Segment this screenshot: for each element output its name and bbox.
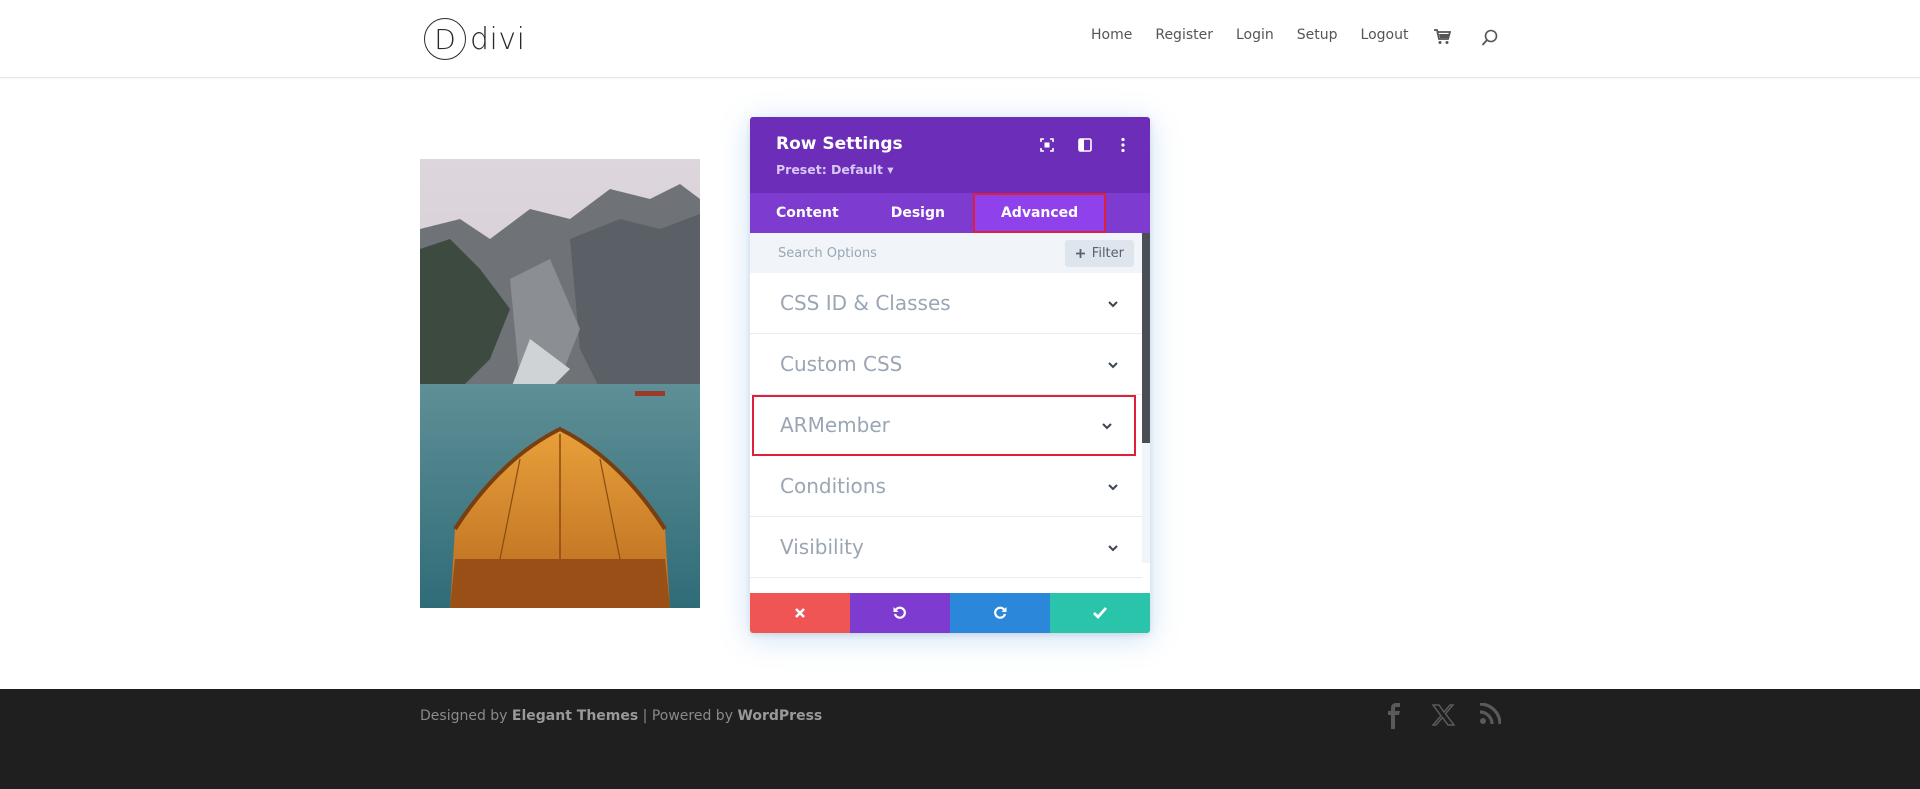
social-links [1383,702,1502,729]
section-label: Custom CSS [780,352,903,376]
filter-label: Filter [1091,246,1124,261]
tab-advanced[interactable]: Advanced [972,193,1107,233]
section-custom-css[interactable]: Custom CSS [750,334,1142,395]
plus-icon [1075,249,1085,258]
x-twitter-icon[interactable] [1431,703,1456,729]
logo-mark: D [424,18,466,60]
section-conditions[interactable]: Conditions [750,456,1142,517]
powered-by-text: | Powered by [638,708,738,724]
modal-tabs: Content Design Advanced [750,193,1150,233]
section-visibility[interactable]: Visibility [750,517,1142,578]
site-footer: Designed by Elegant Themes | Powered by … [0,689,1920,789]
wordpress-link[interactable]: WordPress [737,708,822,724]
nav-setup[interactable]: Setup [1297,27,1338,43]
rss-icon[interactable] [1479,702,1502,729]
logo-text: divi [470,21,526,57]
undo-icon [893,606,906,619]
footer-credits: Designed by Elegant Themes | Powered by … [420,708,822,724]
redo-button[interactable] [950,593,1050,633]
close-icon [795,608,805,618]
options-search-bar: Filter [750,233,1142,273]
boat-lake-image [420,159,700,608]
search-icon[interactable] [1481,29,1499,47]
section-label: Conditions [780,474,886,498]
preset-dropdown[interactable]: Preset: Default ▾ [776,162,894,177]
modal-action-bar [750,593,1150,633]
section-css-id-classes[interactable]: CSS ID & Classes [750,273,1142,334]
more-options-icon[interactable] [1114,136,1132,154]
scrollbar-thumb[interactable] [1142,233,1150,443]
undo-button[interactable] [850,593,950,633]
discard-button[interactable] [750,593,850,633]
tab-design[interactable]: Design [865,193,971,233]
split-view-icon[interactable] [1076,136,1094,154]
row-settings-modal: Row Settings Preset: Default ▾ Content D… [750,117,1150,633]
section-label: Visibility [780,535,864,559]
chevron-down-icon [1106,480,1120,494]
modal-title: Row Settings [776,134,903,154]
nav-register[interactable]: Register [1155,27,1213,43]
site-header: D divi Home Register Login Setup Logout [0,0,1920,78]
tab-content[interactable]: Content [750,193,865,233]
chevron-down-icon [1106,358,1120,372]
main-nav: Home Register Login Setup Logout [1091,27,1431,43]
elegant-themes-link[interactable]: Elegant Themes [512,708,638,724]
section-armember[interactable]: ARMember [752,395,1136,456]
modal-header-actions [1038,136,1132,154]
section-label: CSS ID & Classes [780,291,951,315]
chevron-down-icon [1106,541,1120,555]
divi-logo[interactable]: D divi [424,18,525,60]
chevron-down-icon [1106,297,1120,311]
fullscreen-icon[interactable] [1038,136,1056,154]
filter-button[interactable]: Filter [1064,240,1134,267]
search-options-input[interactable] [770,243,1050,263]
section-label: ARMember [780,413,890,437]
nav-home[interactable]: Home [1091,27,1132,43]
check-icon [1093,607,1108,620]
nav-login[interactable]: Login [1236,27,1274,43]
designed-by-text: Designed by [420,708,512,724]
settings-sections: CSS ID & Classes Custom CSS ARMember Con… [750,273,1142,578]
cart-icon[interactable] [1433,29,1452,45]
redo-icon [994,606,1007,619]
chevron-down-icon [1100,419,1114,433]
save-button[interactable] [1050,593,1150,633]
nav-logout[interactable]: Logout [1361,27,1409,43]
modal-header: Row Settings Preset: Default ▾ [750,117,1150,193]
facebook-icon[interactable] [1383,703,1405,729]
